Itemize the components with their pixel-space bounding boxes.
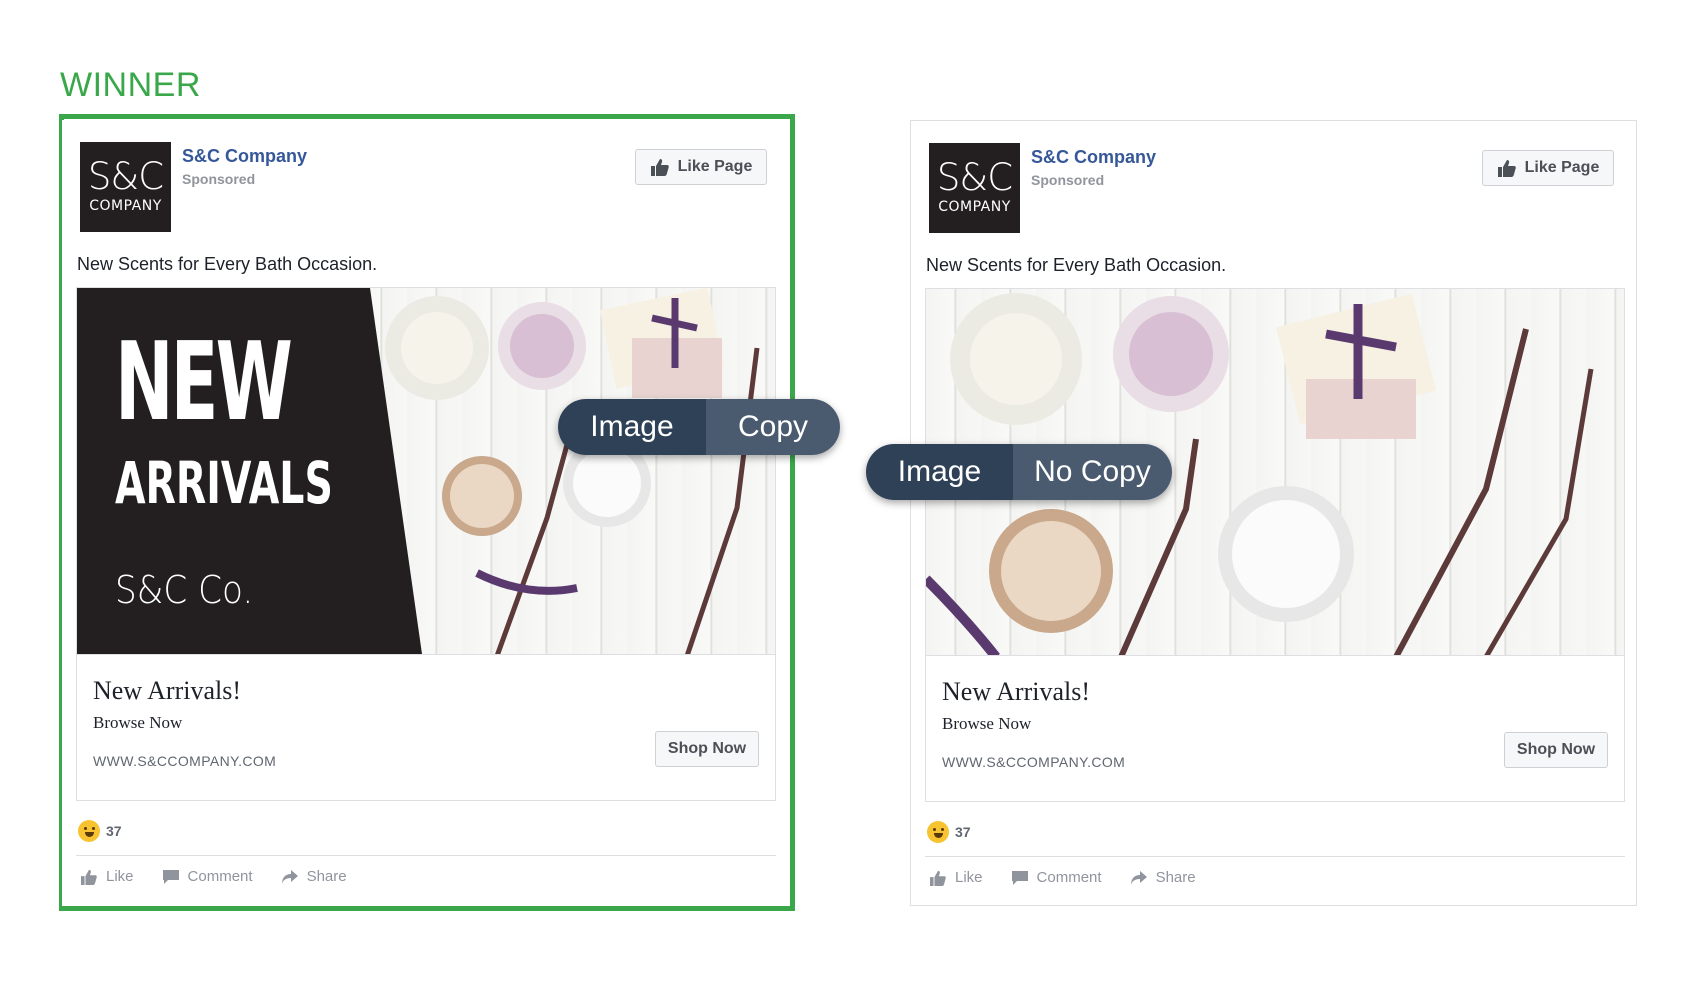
link-url: WWW.S&CCOMPANY.COM (942, 754, 1126, 770)
action-bar: Like Comment Share (929, 869, 1196, 886)
thumbs-up-icon (81, 869, 97, 885)
logo-main-text: S&C (87, 155, 164, 198)
variant-pill-image-copy: Image Copy (558, 399, 840, 455)
divider (925, 856, 1625, 857)
ad-image[interactable]: NEW ARRIVALS S&C Co. (76, 287, 776, 655)
company-logo[interactable]: S&C COMPANY (929, 143, 1020, 233)
like-action[interactable]: Like (929, 869, 983, 886)
reactions-summary[interactable]: 37 (78, 820, 122, 842)
like-action-label: Like (106, 868, 134, 885)
post-text: New Scents for Every Bath Occasion. (77, 254, 378, 274)
like-page-label: Like Page (1524, 159, 1600, 176)
comment-icon (1011, 870, 1028, 885)
sponsored-label: Sponsored (1031, 172, 1105, 188)
sponsored-label: Sponsored (182, 171, 256, 187)
like-page-button[interactable]: Like Page (635, 149, 767, 185)
overlay-brand: S&C Co. (115, 568, 254, 612)
link-preview[interactable]: New Arrivals! Browse Now WWW.S&CCOMPANY.… (925, 656, 1625, 802)
haha-emoji-icon (78, 820, 100, 842)
page-name-link[interactable]: S&C Company (182, 146, 307, 167)
shop-now-button[interactable]: Shop Now (1504, 732, 1608, 768)
like-page-button[interactable]: Like Page (1482, 150, 1614, 186)
share-action[interactable]: Share (281, 868, 347, 885)
like-action[interactable]: Like (80, 868, 134, 885)
reaction-count: 37 (955, 824, 971, 840)
share-action[interactable]: Share (1130, 869, 1196, 886)
comment-action-label: Comment (187, 868, 253, 885)
page-name-link[interactable]: S&C Company (1031, 147, 1156, 168)
post-text: New Scents for Every Bath Occasion. (926, 255, 1227, 275)
link-headline: New Arrivals! (93, 676, 242, 705)
ad-card-no-copy: S&C COMPANY S&C Company Sponsored Like P… (910, 120, 1637, 906)
like-action-label: Like (955, 869, 983, 886)
link-url: WWW.S&CCOMPANY.COM (93, 753, 277, 769)
comment-action[interactable]: Comment (1011, 869, 1102, 886)
share-icon (281, 869, 298, 884)
reactions-summary[interactable]: 37 (927, 821, 971, 843)
variant-pill-image-no-copy: Image No Copy (866, 444, 1172, 500)
ad-card-with-copy: S&C COMPANY S&C Company Sponsored Like P… (62, 120, 789, 906)
comment-icon (162, 869, 179, 884)
reaction-count: 37 (106, 823, 122, 839)
logo-sub-text: COMPANY (938, 199, 1011, 215)
share-icon (1130, 870, 1147, 885)
logo-main-text: S&C (936, 156, 1013, 199)
haha-emoji-icon (927, 821, 949, 843)
comment-action-label: Comment (1036, 869, 1102, 886)
divider (76, 855, 776, 856)
link-headline: New Arrivals! (942, 677, 1091, 706)
link-description: Browse Now (942, 714, 1032, 733)
overlay-headline-arrivals: ARRIVALS (115, 449, 333, 517)
pill-image-segment: Image (866, 444, 1013, 500)
link-description: Browse Now (93, 713, 183, 732)
shop-now-button[interactable]: Shop Now (655, 731, 759, 767)
pill-no-copy-segment: No Copy (1013, 444, 1172, 500)
link-preview[interactable]: New Arrivals! Browse Now WWW.S&CCOMPANY.… (76, 655, 776, 801)
comment-action[interactable]: Comment (162, 868, 253, 885)
thumbs-up-icon (930, 870, 946, 886)
winner-label: WINNER (60, 66, 201, 104)
thumbs-up-icon (650, 159, 669, 176)
company-logo[interactable]: S&C COMPANY (80, 142, 171, 232)
logo-sub-text: COMPANY (89, 198, 162, 214)
thumbs-up-icon (1497, 160, 1516, 177)
pill-copy-segment: Copy (706, 399, 840, 455)
action-bar: Like Comment Share (80, 868, 347, 885)
pill-image-segment: Image (558, 399, 706, 455)
overlay-headline-new: NEW (115, 320, 293, 445)
share-action-label: Share (1155, 869, 1196, 886)
like-page-label: Like Page (677, 158, 753, 175)
share-action-label: Share (306, 868, 347, 885)
